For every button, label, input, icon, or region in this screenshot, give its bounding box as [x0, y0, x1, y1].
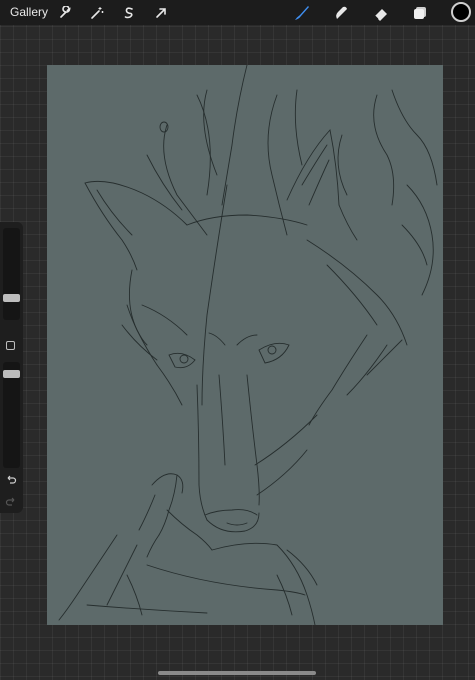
home-indicator [158, 671, 316, 675]
undo-icon[interactable] [5, 474, 17, 486]
brush-size-slider[interactable] [3, 228, 20, 320]
magic-wand-icon[interactable] [87, 3, 107, 23]
brush-size-thumb[interactable] [3, 294, 20, 302]
gallery-button[interactable]: Gallery [10, 5, 48, 19]
smudge-icon[interactable] [331, 3, 351, 23]
brush-icon[interactable] [292, 3, 312, 23]
color-picker-swatch[interactable] [451, 2, 471, 22]
redo-icon[interactable] [5, 496, 17, 508]
wolf-sketch-artwork [58, 65, 438, 625]
modify-button[interactable] [6, 341, 15, 350]
drawing-canvas[interactable] [47, 65, 443, 625]
wrench-icon[interactable] [55, 3, 75, 23]
eraser-icon[interactable] [371, 3, 391, 23]
transform-arrow-icon[interactable] [151, 3, 171, 23]
left-sidebar [0, 222, 23, 513]
layers-icon[interactable] [410, 3, 430, 23]
selection-s-icon[interactable] [119, 3, 139, 23]
opacity-thumb[interactable] [3, 370, 20, 378]
top-toolbar: Gallery [0, 0, 475, 25]
opacity-slider[interactable] [3, 362, 20, 468]
